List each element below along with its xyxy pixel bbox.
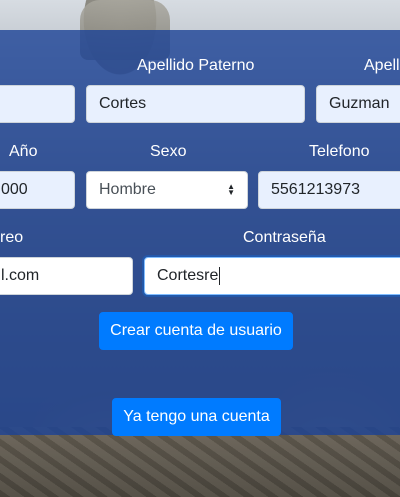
- telefono-value: 5561213973: [271, 181, 360, 198]
- contrasena-value: Cortesre: [157, 267, 219, 284]
- label-apellido-materno: Apell: [364, 57, 400, 74]
- nombre-input[interactable]: [0, 85, 75, 123]
- label-contrasena: Contraseña: [243, 229, 326, 246]
- apellido-materno-input[interactable]: Guzman: [316, 85, 400, 123]
- label-correo: reo: [0, 229, 24, 246]
- apellido-materno-value: Guzman: [329, 95, 390, 112]
- apellido-paterno-value: Cortes: [99, 95, 147, 112]
- correo-input[interactable]: l.com: [0, 257, 133, 295]
- label-apellido-paterno: Apellido Paterno: [137, 57, 255, 74]
- contrasena-input[interactable]: Cortesre: [144, 257, 400, 295]
- ya-tengo-cuenta-button[interactable]: Ya tengo una cuenta: [112, 398, 281, 436]
- text-caret: [219, 267, 221, 285]
- telefono-input[interactable]: 5561213973: [258, 171, 400, 209]
- apellido-paterno-input[interactable]: Cortes: [86, 85, 305, 123]
- anio-input[interactable]: 000: [0, 171, 75, 209]
- sexo-select[interactable]: Hombre ▲ ▼: [86, 171, 248, 209]
- sexo-value: Hombre: [99, 181, 156, 198]
- anio-value: 000: [1, 181, 28, 198]
- correo-value: l.com: [1, 267, 40, 284]
- crear-cuenta-button[interactable]: Crear cuenta de usuario: [99, 312, 293, 350]
- label-sexo: Sexo: [150, 143, 187, 160]
- label-anio: Año: [9, 143, 38, 160]
- label-telefono: Telefono: [309, 143, 370, 160]
- select-arrows-icon: ▲ ▼: [227, 182, 235, 197]
- registration-form-panel: Apellido Paterno Apell Cortes Guzman Año…: [0, 30, 400, 436]
- background-ground: [0, 427, 400, 497]
